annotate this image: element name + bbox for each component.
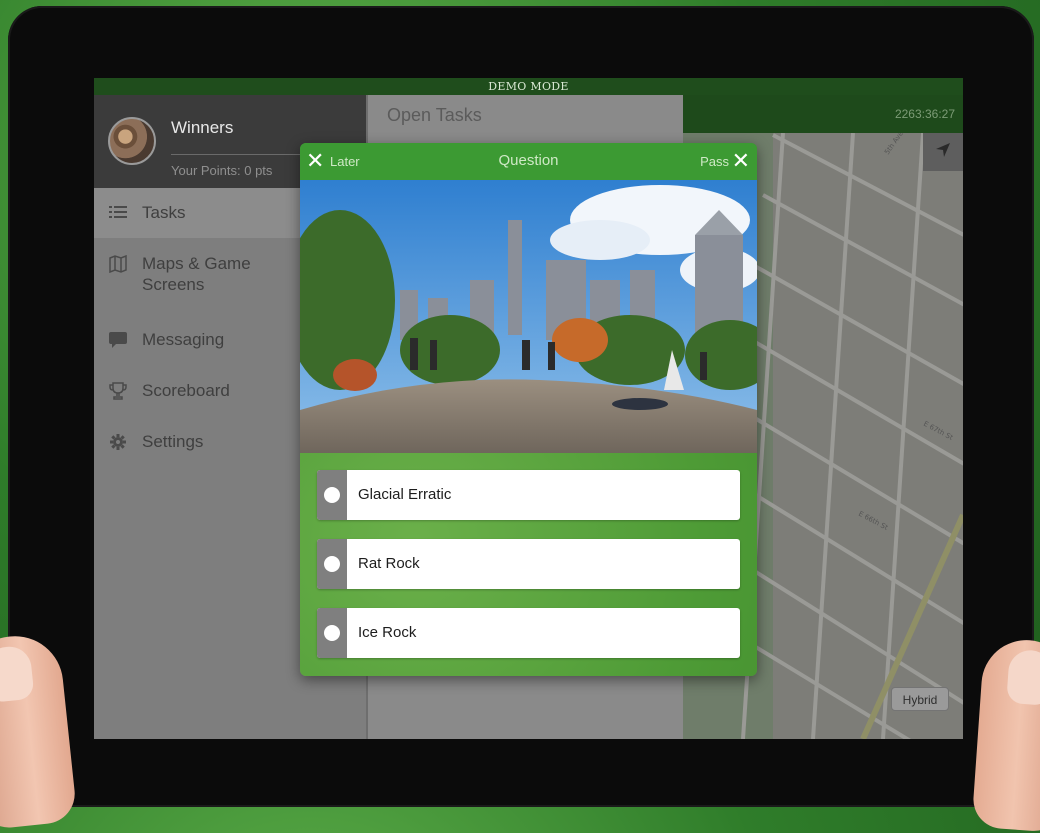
sidebar-item-label: Scoreboard — [142, 381, 230, 400]
question-photo — [300, 180, 757, 453]
pass-button[interactable]: Pass — [700, 154, 729, 169]
answer-label: Ice Rock — [358, 624, 417, 641]
street-label: E 67th St — [922, 420, 954, 442]
answer-label: Glacial Erratic — [358, 486, 452, 503]
panel-title: Open Tasks — [387, 105, 482, 125]
thumbnail — [0, 644, 35, 704]
street-label: 5th Ave — [883, 130, 905, 156]
map-icon — [108, 254, 128, 275]
sidebar-item-label: Messaging — [142, 330, 225, 349]
avatar[interactable] — [108, 117, 156, 165]
question-dialog: ✕ Later Question Pass ✕ Glacial Erratic … — [300, 143, 757, 676]
sidebar-item-label: Maps & Game Screens — [142, 254, 251, 294]
dialog-title: Question — [498, 152, 559, 169]
close-icon[interactable]: ✕ — [732, 147, 750, 175]
radio-button[interactable] — [324, 487, 340, 503]
answer-option[interactable]: Ice Rock — [317, 608, 740, 658]
demo-mode-banner: DEMO MODE — [94, 78, 963, 95]
radio-column — [317, 539, 347, 589]
sidebar-item-label: Settings — [142, 432, 204, 451]
list-icon — [108, 204, 128, 224]
map-header: 2263:36:27 — [683, 95, 963, 133]
answer-label: Rat Rock — [358, 555, 420, 572]
thumbnail — [1006, 648, 1040, 706]
dialog-header: ✕ Later Question Pass ✕ — [300, 143, 757, 180]
gear-icon — [108, 433, 128, 453]
trophy-icon — [108, 382, 128, 402]
radio-column — [317, 608, 347, 658]
radio-column — [317, 470, 347, 520]
radio-button[interactable] — [324, 556, 340, 572]
chat-bubble-icon — [108, 331, 128, 351]
answer-option[interactable]: Rat Rock — [317, 539, 740, 589]
radio-button[interactable] — [324, 625, 340, 641]
answer-option[interactable]: Glacial Erratic — [317, 470, 740, 520]
points-label: Your Points: 0 pts — [171, 163, 273, 178]
hybrid-toggle-button[interactable]: Hybrid — [891, 687, 949, 711]
team-name: Winners — [171, 118, 234, 137]
countdown-timer: 2263:36:27 — [894, 107, 955, 121]
location-arrow-icon[interactable] — [923, 133, 963, 171]
street-label: E 66th St — [857, 510, 889, 532]
sidebar-item-label: Tasks — [142, 203, 186, 222]
